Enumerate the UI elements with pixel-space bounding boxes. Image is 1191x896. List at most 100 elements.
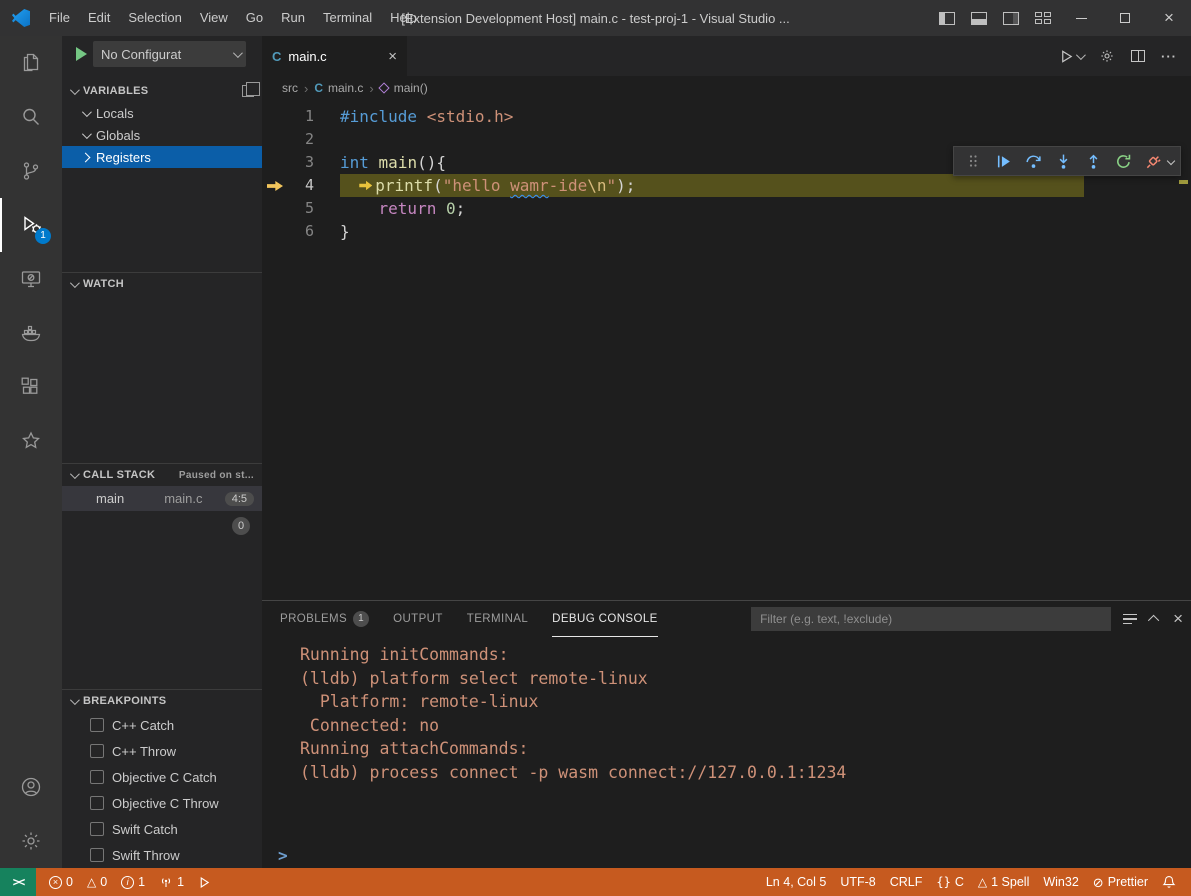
call-stack-header[interactable]: CALL STACK Paused on st... xyxy=(62,464,262,486)
glyph-margin[interactable] xyxy=(262,174,284,197)
menu-go[interactable]: Go xyxy=(237,0,272,36)
toggle-panel-icon[interactable] xyxy=(971,12,987,25)
activity-account-icon[interactable] xyxy=(0,760,62,814)
panel-tab-terminal[interactable]: TERMINAL xyxy=(467,601,528,637)
checkbox[interactable] xyxy=(90,848,104,862)
breakpoint-c-catch[interactable]: C++ Catch xyxy=(62,712,262,738)
start-debugging-icon[interactable] xyxy=(76,47,87,61)
glyph-margin[interactable] xyxy=(262,151,284,174)
checkbox[interactable] xyxy=(90,718,104,732)
activity-extensions-icon[interactable] xyxy=(0,360,62,414)
breakpoint-objective-c-catch[interactable]: Objective C Catch xyxy=(62,764,262,790)
code-line[interactable]: 1#include <stdio.h> xyxy=(262,105,1191,128)
toolbar-grip-icon[interactable] xyxy=(960,148,986,174)
close-button[interactable]: × xyxy=(1147,0,1191,36)
status-item-1[interactable]: i1 xyxy=(114,868,152,896)
close-tab-icon[interactable]: × xyxy=(388,48,397,65)
editor-settings-icon[interactable] xyxy=(1099,48,1115,64)
variables-item-registers[interactable]: Registers xyxy=(62,146,262,168)
continue-button[interactable] xyxy=(990,148,1016,174)
status-item-0[interactable]: △0 xyxy=(80,868,114,896)
maximize-button[interactable] xyxy=(1103,0,1147,36)
copy-value-icon[interactable] xyxy=(242,85,254,97)
step-out-button[interactable] xyxy=(1080,148,1106,174)
panel-tab-output[interactable]: OUTPUT xyxy=(393,601,443,637)
tab-main-c[interactable]: C main.c × xyxy=(262,36,407,76)
menu-file[interactable]: File xyxy=(40,0,79,36)
minimize-button[interactable] xyxy=(1059,0,1103,36)
activity-settings-icon[interactable] xyxy=(0,814,62,868)
status-item-ln-4-col-5[interactable]: Ln 4, Col 5 xyxy=(759,868,833,896)
variables-item-globals[interactable]: Globals xyxy=(62,124,262,146)
status-item-c[interactable]: {}C xyxy=(929,868,970,896)
breakpoint-label: Objective C Throw xyxy=(112,796,219,811)
status-item-1-spell[interactable]: △1 Spell xyxy=(971,868,1036,896)
glyph-margin[interactable] xyxy=(262,128,284,151)
close-panel-icon[interactable]: × xyxy=(1173,609,1183,629)
status-item-win32[interactable]: Win32 xyxy=(1036,868,1085,896)
debug-config-dropdown[interactable]: No Configurat xyxy=(93,41,246,67)
console-filter-input[interactable] xyxy=(751,607,1111,631)
status-item-crlf[interactable]: CRLF xyxy=(883,868,930,896)
code-line[interactable]: 5 return 0; xyxy=(262,197,1191,220)
remote-indicator[interactable]: >< xyxy=(0,868,36,896)
glyph-margin[interactable] xyxy=(262,220,284,243)
restart-button[interactable] xyxy=(1110,148,1136,174)
run-or-debug-button[interactable] xyxy=(1059,49,1083,64)
checkbox[interactable] xyxy=(90,744,104,758)
maximize-panel-icon[interactable] xyxy=(1148,615,1159,626)
status-item-1[interactable]: 1 xyxy=(152,868,191,896)
glyph-margin[interactable] xyxy=(262,197,284,220)
breakpoints-header[interactable]: BREAKPOINTS xyxy=(62,690,262,712)
menu-selection[interactable]: Selection xyxy=(119,0,190,36)
breadcrumb-src[interactable]: src xyxy=(282,81,298,95)
activity-explorer-icon[interactable] xyxy=(0,36,62,90)
checkbox[interactable] xyxy=(90,822,104,836)
vscode-logo-icon xyxy=(12,9,30,27)
variables-item-locals[interactable]: Locals xyxy=(62,102,262,124)
checkbox[interactable] xyxy=(90,770,104,784)
breakpoint-swift-catch[interactable]: Swift Catch xyxy=(62,816,262,842)
code-line[interactable]: 6} xyxy=(262,220,1191,243)
toggle-secondary-sidebar-icon[interactable] xyxy=(1003,12,1019,25)
checkbox[interactable] xyxy=(90,796,104,810)
activity-wamr-ide-icon[interactable] xyxy=(0,414,62,468)
status-item-prettier[interactable]: ⊘Prettier xyxy=(1086,868,1155,896)
disconnect-button[interactable] xyxy=(1140,148,1166,174)
glyph-margin[interactable] xyxy=(262,105,284,128)
activity-remote-explorer-icon[interactable] xyxy=(0,252,62,306)
panel-tab-debug-console[interactable]: DEBUG CONSOLE xyxy=(552,601,658,637)
stack-frame-row[interactable]: main main.c 4:5 xyxy=(62,486,262,511)
more-actions-icon[interactable]: ··· xyxy=(1161,49,1177,64)
breadcrumb-main-c[interactable]: Cmain.c xyxy=(314,81,363,95)
breakpoint-c-throw[interactable]: C++ Throw xyxy=(62,738,262,764)
breakpoint-objective-c-throw[interactable]: Objective C Throw xyxy=(62,790,262,816)
watch-header[interactable]: WATCH xyxy=(62,273,262,295)
menu-run[interactable]: Run xyxy=(272,0,314,36)
chevron-down-icon[interactable] xyxy=(1167,157,1175,165)
step-into-button[interactable] xyxy=(1050,148,1076,174)
split-editor-icon[interactable] xyxy=(1131,50,1145,62)
code-line[interactable]: 4 printf("hello wamr-ide\n"); xyxy=(262,174,1191,197)
variables-header[interactable]: VARIABLES xyxy=(62,80,262,102)
activity-docker-icon[interactable] xyxy=(0,306,62,360)
activity-source-control-icon[interactable] xyxy=(0,144,62,198)
status-item-0[interactable]: ×0 xyxy=(42,868,80,896)
debug-console-input[interactable]: > xyxy=(262,842,1191,868)
activity-search-icon[interactable] xyxy=(0,90,62,144)
breadcrumb-main[interactable]: main() xyxy=(380,81,428,95)
status-item-utf-8[interactable]: UTF-8 xyxy=(833,868,882,896)
breakpoint-swift-throw[interactable]: Swift Throw xyxy=(62,842,262,868)
filter-lines-icon[interactable] xyxy=(1123,614,1137,625)
code-editor[interactable]: 1#include <stdio.h>23int main(){4 printf… xyxy=(262,100,1191,600)
step-over-button[interactable] xyxy=(1020,148,1046,174)
menu-edit[interactable]: Edit xyxy=(79,0,119,36)
menu-view[interactable]: View xyxy=(191,0,237,36)
toggle-sidebar-icon[interactable] xyxy=(939,12,955,25)
menu-terminal[interactable]: Terminal xyxy=(314,0,381,36)
activity-run-and-debug-icon[interactable]: 1 xyxy=(0,198,62,252)
customize-layout-icon[interactable] xyxy=(1035,12,1051,25)
status-item-bell-icon[interactable] xyxy=(1155,868,1183,896)
status-item-debug-status-icon[interactable] xyxy=(191,868,218,896)
panel-tab-problems[interactable]: PROBLEMS1 xyxy=(280,601,369,637)
